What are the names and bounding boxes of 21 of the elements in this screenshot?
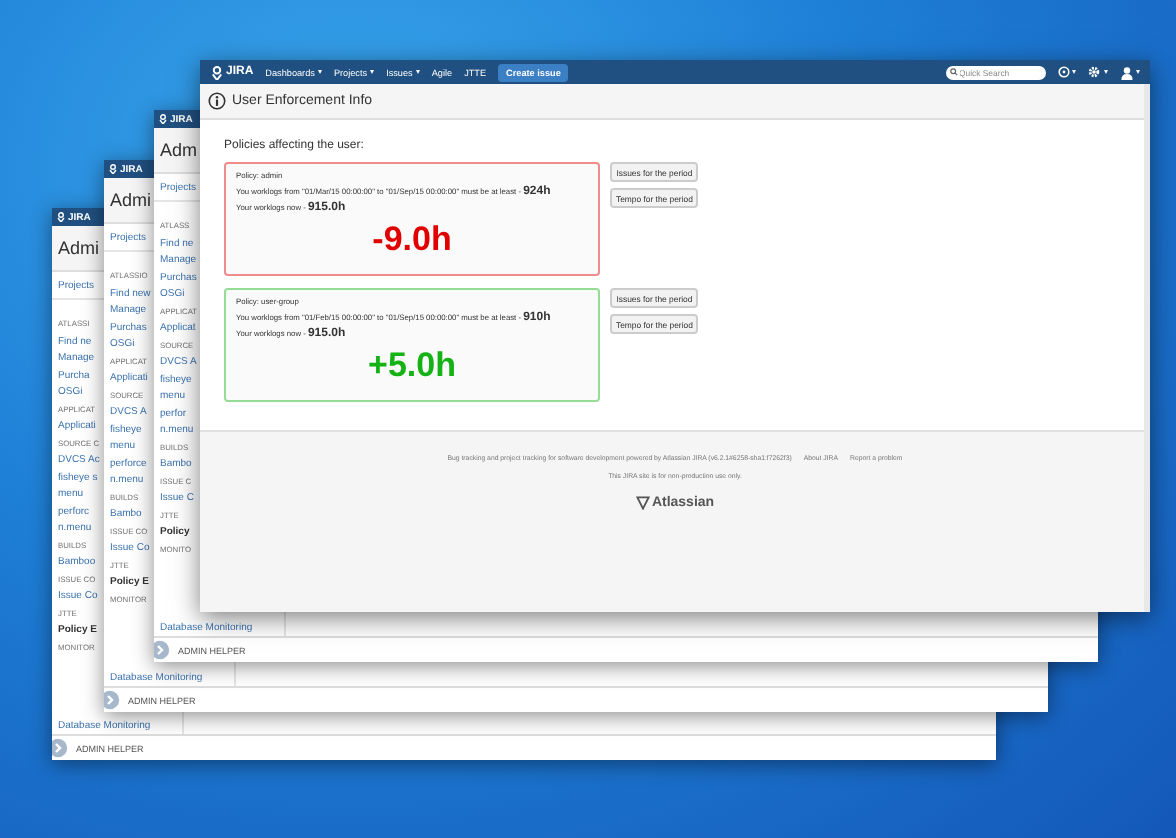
chevron-icon[interactable] [154, 640, 170, 660]
logo-icon [158, 114, 168, 124]
settings-icon [1088, 66, 1100, 78]
user-menu[interactable] [1119, 65, 1140, 79]
chevron-icon[interactable] [104, 690, 120, 710]
chevron-icon[interactable] [52, 738, 68, 758]
help-menu[interactable] [1057, 66, 1076, 78]
logo-icon [108, 164, 118, 174]
balance-value: +5.0h [368, 346, 456, 386]
settings-menu[interactable] [1088, 66, 1107, 78]
user-icon [1119, 65, 1133, 79]
scrollbar[interactable] [1144, 84, 1150, 612]
help-icon [1057, 66, 1069, 78]
page-title: Admi [58, 238, 100, 258]
logo-icon [56, 212, 66, 222]
info-icon [208, 92, 226, 110]
page-title: Admi [110, 190, 152, 210]
logo-icon [210, 65, 224, 79]
atlassian-icon [635, 496, 650, 510]
balance-value: -9.0h [372, 220, 452, 260]
page-title: Adm [160, 140, 198, 160]
